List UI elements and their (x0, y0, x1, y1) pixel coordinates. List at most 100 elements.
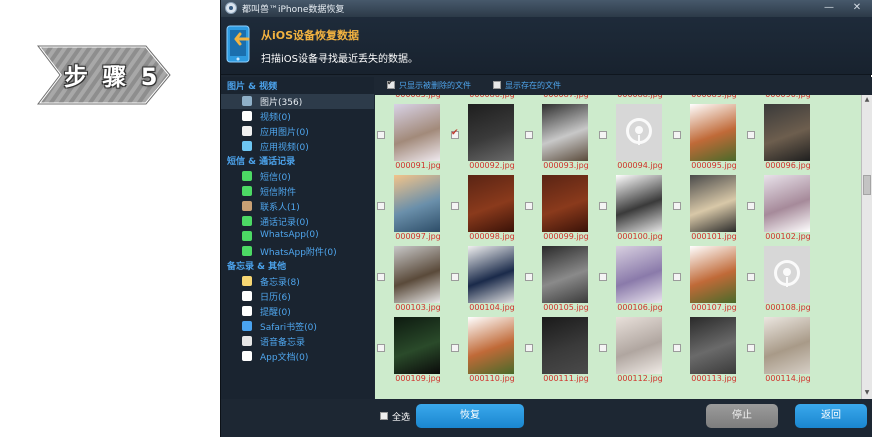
photo-cell[interactable]: 000092.jpg (449, 97, 523, 170)
photo-thumbnail[interactable] (542, 175, 588, 232)
photo-checkbox[interactable] (525, 344, 533, 352)
photo-cell[interactable]: 000110.jpg (449, 310, 523, 383)
photo-thumbnail[interactable] (690, 317, 736, 374)
show-existing-label[interactable]: 显示存在的文件 (505, 80, 561, 91)
sidebar-item[interactable]: 应用图片(0) (221, 124, 374, 139)
sidebar-item[interactable]: App文档(0) (221, 349, 374, 364)
photo-cell[interactable]: 000093.jpg (523, 97, 597, 170)
photo-thumbnail[interactable] (616, 104, 662, 161)
stop-button[interactable]: 停止 (706, 404, 778, 428)
photo-cell[interactable]: 000109.jpg (375, 310, 449, 383)
photo-checkbox[interactable] (599, 202, 607, 210)
photo-cell[interactable]: 000100.jpg (597, 168, 671, 241)
photo-checkbox[interactable] (599, 344, 607, 352)
photo-cell[interactable]: 000095.jpg (671, 97, 745, 170)
back-button[interactable]: 返回 (795, 404, 867, 428)
photo-cell[interactable]: 000102.jpg (745, 168, 819, 241)
photo-checkbox[interactable] (673, 131, 681, 139)
photo-cell[interactable]: 000094.jpg (597, 97, 671, 170)
select-all-label[interactable]: 全选 (392, 410, 410, 423)
photo-cell[interactable]: 000101.jpg (671, 168, 745, 241)
photo-thumbnail[interactable] (690, 246, 736, 303)
minimize-button[interactable]: — (821, 1, 837, 15)
sidebar-item[interactable]: 语音备忘录 (221, 334, 374, 349)
photo-checkbox[interactable] (673, 202, 681, 210)
photo-cell[interactable]: 000098.jpg (449, 168, 523, 241)
photo-thumbnail[interactable] (394, 246, 440, 303)
sidebar-item[interactable]: 日历(6) (221, 289, 374, 304)
photo-thumbnail[interactable] (468, 104, 514, 161)
photo-thumbnail[interactable] (394, 104, 440, 161)
photo-cell[interactable]: 000108.jpg (745, 239, 819, 312)
photo-checkbox[interactable] (525, 202, 533, 210)
photo-checkbox[interactable] (673, 273, 681, 281)
photo-checkbox[interactable] (451, 202, 459, 210)
select-all-checkbox[interactable] (380, 412, 388, 420)
show-deleted-label[interactable]: 只显示被删除的文件 (399, 80, 471, 91)
photo-checkbox[interactable] (599, 131, 607, 139)
photo-thumbnail[interactable] (394, 175, 440, 232)
recover-button[interactable]: 恢复 (416, 404, 524, 428)
scroll-up-icon[interactable]: ▲ (862, 95, 872, 105)
photo-thumbnail[interactable] (468, 175, 514, 232)
photo-cell[interactable]: 000104.jpg (449, 239, 523, 312)
sidebar-item[interactable]: 图片(356) (221, 94, 374, 109)
scroll-thumb[interactable] (863, 175, 871, 195)
photo-checkbox[interactable] (747, 202, 755, 210)
photo-checkbox[interactable] (747, 344, 755, 352)
photo-checkbox[interactable] (747, 131, 755, 139)
sidebar-item[interactable]: WhatsApp(0) (221, 229, 374, 244)
sidebar-item[interactable]: 应用视频(0) (221, 139, 374, 154)
photo-cell[interactable]: 000113.jpg (671, 310, 745, 383)
photo-thumbnail[interactable] (394, 317, 440, 374)
photo-thumbnail[interactable] (764, 175, 810, 232)
photo-thumbnail[interactable] (764, 246, 810, 303)
show-existing-checkbox[interactable] (493, 81, 501, 89)
photo-cell[interactable]: 000091.jpg (375, 97, 449, 170)
photo-checkbox[interactable] (377, 131, 385, 139)
photo-cell[interactable]: 000103.jpg (375, 239, 449, 312)
photo-checkbox[interactable] (599, 273, 607, 281)
sidebar-item[interactable]: 备忘录(8) (221, 274, 374, 289)
photo-cell[interactable]: 000097.jpg (375, 168, 449, 241)
close-button[interactable]: ✕ (845, 1, 869, 15)
photo-thumbnail[interactable] (542, 246, 588, 303)
photo-cell[interactable]: 000112.jpg (597, 310, 671, 383)
photo-thumbnail[interactable] (764, 104, 810, 161)
photo-cell[interactable]: 000111.jpg (523, 310, 597, 383)
grid-scrollbar[interactable]: ▲ ▼ (861, 95, 872, 399)
photo-cell[interactable]: 000114.jpg (745, 310, 819, 383)
photo-checkbox[interactable] (525, 131, 533, 139)
photo-cell[interactable]: 000096.jpg (745, 97, 819, 170)
sidebar-item[interactable]: 短信附件 (221, 184, 374, 199)
photo-checkbox[interactable] (747, 273, 755, 281)
sidebar-item[interactable]: 短信(0) (221, 169, 374, 184)
photo-checkbox[interactable] (451, 128, 459, 139)
photo-checkbox[interactable] (525, 273, 533, 281)
photo-thumbnail[interactable] (542, 104, 588, 161)
photo-cell[interactable]: 000105.jpg (523, 239, 597, 312)
photo-thumbnail[interactable] (468, 246, 514, 303)
show-deleted-checkbox[interactable] (387, 78, 395, 89)
photo-checkbox[interactable] (377, 202, 385, 210)
photo-thumbnail[interactable] (542, 317, 588, 374)
photo-thumbnail[interactable] (616, 246, 662, 303)
photo-cell[interactable]: 000099.jpg (523, 168, 597, 241)
photo-checkbox[interactable] (377, 344, 385, 352)
photo-checkbox[interactable] (451, 273, 459, 281)
sidebar-item[interactable]: WhatsApp附件(0) (221, 244, 374, 259)
sidebar-item[interactable]: 提醒(0) (221, 304, 374, 319)
photo-cell[interactable]: 000107.jpg (671, 239, 745, 312)
sidebar-item[interactable]: 联系人(1) (221, 199, 374, 214)
sidebar-item[interactable]: 视频(0) (221, 109, 374, 124)
photo-thumbnail[interactable] (468, 317, 514, 374)
photo-thumbnail[interactable] (616, 317, 662, 374)
photo-cell[interactable]: 000106.jpg (597, 239, 671, 312)
photo-thumbnail[interactable] (690, 175, 736, 232)
photo-checkbox[interactable] (673, 344, 681, 352)
photo-thumbnail[interactable] (616, 175, 662, 232)
scroll-down-icon[interactable]: ▼ (862, 388, 872, 398)
photo-checkbox[interactable] (377, 273, 385, 281)
sidebar-item[interactable]: Safari书签(0) (221, 319, 374, 334)
photo-checkbox[interactable] (451, 344, 459, 352)
